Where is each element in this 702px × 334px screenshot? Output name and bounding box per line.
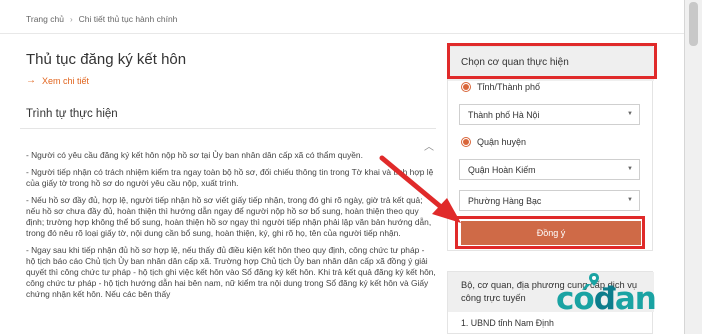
arrow-right-icon: → xyxy=(26,75,36,86)
paragraph: - Nếu hồ sơ đầy đủ, hợp lệ, người tiếp n… xyxy=(26,195,432,238)
caret-down-icon: ▼ xyxy=(627,197,633,203)
radio-dot xyxy=(463,139,469,145)
province-select[interactable]: Thành phố Hà Nội ▼ xyxy=(459,104,640,125)
radio-button[interactable] xyxy=(461,82,471,92)
chevron-right-icon: › xyxy=(69,14,73,24)
see-detail-link[interactable]: → Xem chi tiết xyxy=(26,75,89,86)
district-select[interactable]: Quận Hoàn Kiếm ▼ xyxy=(459,159,640,180)
district-value: Quận Hoàn Kiếm xyxy=(468,165,536,175)
breadcrumb-home[interactable]: Trang chủ xyxy=(26,14,64,24)
province-value: Thành phố Hà Nội xyxy=(468,110,540,120)
location-pin-icon xyxy=(589,273,599,286)
watermark-logo: cóđan xyxy=(556,273,657,317)
caret-down-icon: ▼ xyxy=(627,166,633,172)
procedure-content: - Người có yêu cầu đăng ký kết hôn nộp h… xyxy=(26,150,436,306)
ward-value: Phường Hàng Bạc xyxy=(468,196,542,206)
paragraph: - Người tiếp nhận có trách nhiệm kiểm tr… xyxy=(26,167,434,188)
caret-down-icon: ▼ xyxy=(627,111,633,117)
paragraph: - Ngay sau khi tiếp nhận đủ hồ sơ hợp lệ… xyxy=(26,245,436,299)
province-label: Tỉnh/Thành phố xyxy=(477,82,541,92)
scrollbar[interactable] xyxy=(684,0,702,334)
watermark-part: an xyxy=(614,281,657,317)
page-title: Thủ tục đăng ký kết hôn xyxy=(26,51,187,68)
radio-button[interactable] xyxy=(461,137,471,147)
watermark-part: đ xyxy=(593,281,616,317)
breadcrumb: Trang chủ › Chi tiết thủ tục hành chính xyxy=(26,14,177,24)
watermark-text: cóđan xyxy=(556,281,657,317)
radio-dot xyxy=(463,84,469,90)
radio-district[interactable]: Quận huyện xyxy=(461,137,526,147)
paragraph: - Người có yêu cầu đăng ký kết hôn nộp h… xyxy=(26,150,363,160)
breadcrumb-current[interactable]: Chi tiết thủ tục hành chính xyxy=(79,14,178,24)
watermark-part: có xyxy=(556,281,595,317)
section-title: Trình tự thực hiện xyxy=(26,108,118,120)
highlight-box xyxy=(455,216,645,249)
highlight-box xyxy=(447,43,657,79)
divider xyxy=(20,128,436,129)
scrollbar-thumb[interactable] xyxy=(689,2,698,46)
radio-province[interactable]: Tỉnh/Thành phố xyxy=(461,82,540,92)
provider-item[interactable]: 1. UBND tỉnh Nam Định xyxy=(461,318,554,328)
divider xyxy=(0,33,684,34)
district-label: Quận huyện xyxy=(477,137,527,147)
see-detail-label: Xem chi tiết xyxy=(42,75,90,86)
ward-select[interactable]: Phường Hàng Bạc ▼ xyxy=(459,190,640,211)
